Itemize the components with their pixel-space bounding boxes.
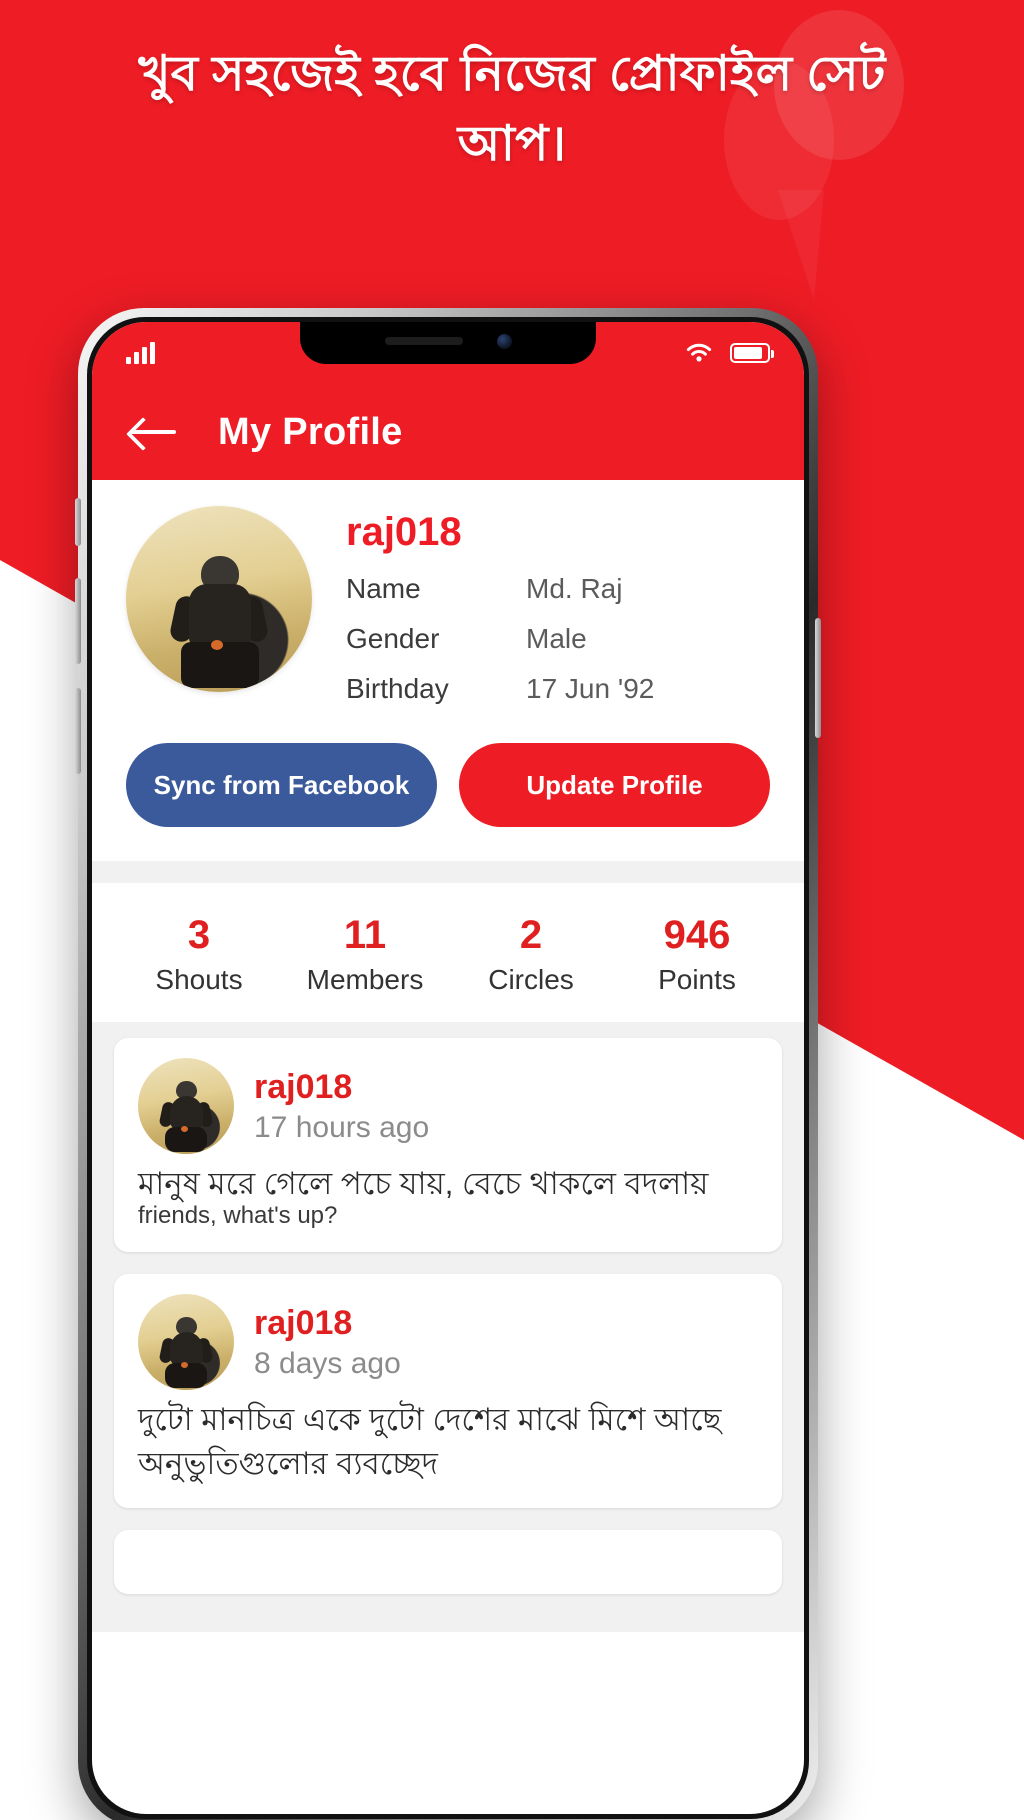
phone-mockup: My Profile raj018 Name Md. Raj Gender Ma… xyxy=(75,308,821,1820)
post-subtext: friends, what's up? xyxy=(138,1202,338,1230)
status-right-group xyxy=(684,341,774,365)
profile-username: raj018 xyxy=(346,510,462,554)
power-button[interactable] xyxy=(815,618,821,738)
phone-notch xyxy=(300,322,596,364)
battery-icon xyxy=(730,343,774,363)
motorcycle-rider-avatar-icon xyxy=(168,550,270,690)
field-label: Birthday xyxy=(346,673,449,704)
field-value: Male xyxy=(526,623,587,654)
field-value: 17 Jun '92 xyxy=(526,673,655,704)
post-username: raj018 xyxy=(254,1303,353,1342)
decorative-bubble-tail-icon xyxy=(778,190,824,300)
phone-screen: My Profile raj018 Name Md. Raj Gender Ma… xyxy=(92,322,804,1814)
back-arrow-icon[interactable] xyxy=(130,414,176,450)
post-meta: raj018 8 days ago xyxy=(254,1304,401,1381)
stat-label: Members xyxy=(306,964,424,995)
post-meta: raj018 17 hours ago xyxy=(254,1068,429,1145)
stat-value: 2 xyxy=(519,913,543,957)
field-label: Name xyxy=(346,573,421,604)
avatar[interactable] xyxy=(138,1058,234,1154)
field-value: Md. Raj xyxy=(526,573,623,604)
avatar[interactable] xyxy=(138,1294,234,1391)
page-title: My Profile xyxy=(218,410,403,453)
post-timestamp: 8 days ago xyxy=(254,1346,401,1380)
volume-down-button[interactable] xyxy=(75,688,81,774)
status-bar xyxy=(92,322,804,384)
profile-field-birthday: Birthday 17 Jun '92 xyxy=(346,673,770,705)
front-camera-icon xyxy=(496,333,512,349)
list-item[interactable] xyxy=(114,1530,782,1595)
stat-value: 946 xyxy=(663,913,731,957)
profile-action-buttons: Sync from Facebook Update Profile xyxy=(126,743,770,827)
profile-field-gender: Gender Male xyxy=(346,623,770,655)
stats-row: 3 Shouts 11 Members 2 Circles 946 Points xyxy=(92,883,804,1022)
stat-members[interactable]: 11 Members xyxy=(282,913,448,996)
post-header: raj018 8 days ago xyxy=(138,1294,758,1391)
stat-label: Points xyxy=(658,964,736,995)
stat-shouts[interactable]: 3 Shouts xyxy=(116,913,282,996)
post-body: দুটো মানচিত্র একে দুটো দেশের মাঝে মিশে আ… xyxy=(138,1402,722,1482)
profile-card: raj018 Name Md. Raj Gender Male Birthday… xyxy=(92,480,804,861)
profile-top-row: raj018 Name Md. Raj Gender Male Birthday… xyxy=(126,506,770,723)
promo-headline: খুব সহজেই হবে নিজের প্রোফাইল সেট আপ। xyxy=(138,47,886,171)
field-label: Gender xyxy=(346,623,440,654)
stat-value: 11 xyxy=(343,913,387,957)
stat-points[interactable]: 946 Points xyxy=(614,913,780,996)
post-username: raj018 xyxy=(254,1067,353,1106)
volume-up-button[interactable] xyxy=(75,578,81,664)
stat-value: 3 xyxy=(187,913,211,957)
motorcycle-rider-avatar-icon xyxy=(158,1078,214,1152)
stat-circles[interactable]: 2 Circles xyxy=(448,913,614,996)
list-item[interactable]: raj018 8 days ago দুটো মানচিত্র একে দুটো… xyxy=(114,1274,782,1509)
post-body: মানুষ মরে গেলে পচে যায়, বেচে থাকলে বদলা… xyxy=(138,1166,709,1201)
wifi-icon xyxy=(686,343,712,362)
stat-label: Shouts xyxy=(155,964,243,995)
stat-label: Circles xyxy=(488,964,574,995)
profile-field-name: Name Md. Raj xyxy=(346,573,770,605)
avatar[interactable] xyxy=(126,506,312,692)
earpiece-speaker-icon xyxy=(384,337,463,345)
post-timestamp: 17 hours ago xyxy=(254,1110,430,1144)
feed-list: raj018 17 hours ago মানুষ মরে গেলে পচে য… xyxy=(92,1022,804,1633)
sync-from-facebook-button[interactable]: Sync from Facebook xyxy=(126,743,437,827)
section-divider xyxy=(92,861,804,883)
update-profile-button[interactable]: Update Profile xyxy=(459,743,770,827)
motorcycle-rider-avatar-icon xyxy=(158,1314,214,1389)
list-item[interactable]: raj018 17 hours ago মানুষ মরে গেলে পচে য… xyxy=(114,1038,782,1253)
mute-switch[interactable] xyxy=(75,498,81,546)
post-header: raj018 17 hours ago xyxy=(138,1058,758,1154)
app-bar: My Profile xyxy=(92,384,804,480)
profile-info: raj018 Name Md. Raj Gender Male Birthday… xyxy=(346,506,770,723)
signal-bars-icon xyxy=(126,342,155,364)
phone-bezel: My Profile raj018 Name Md. Raj Gender Ma… xyxy=(87,317,809,1819)
